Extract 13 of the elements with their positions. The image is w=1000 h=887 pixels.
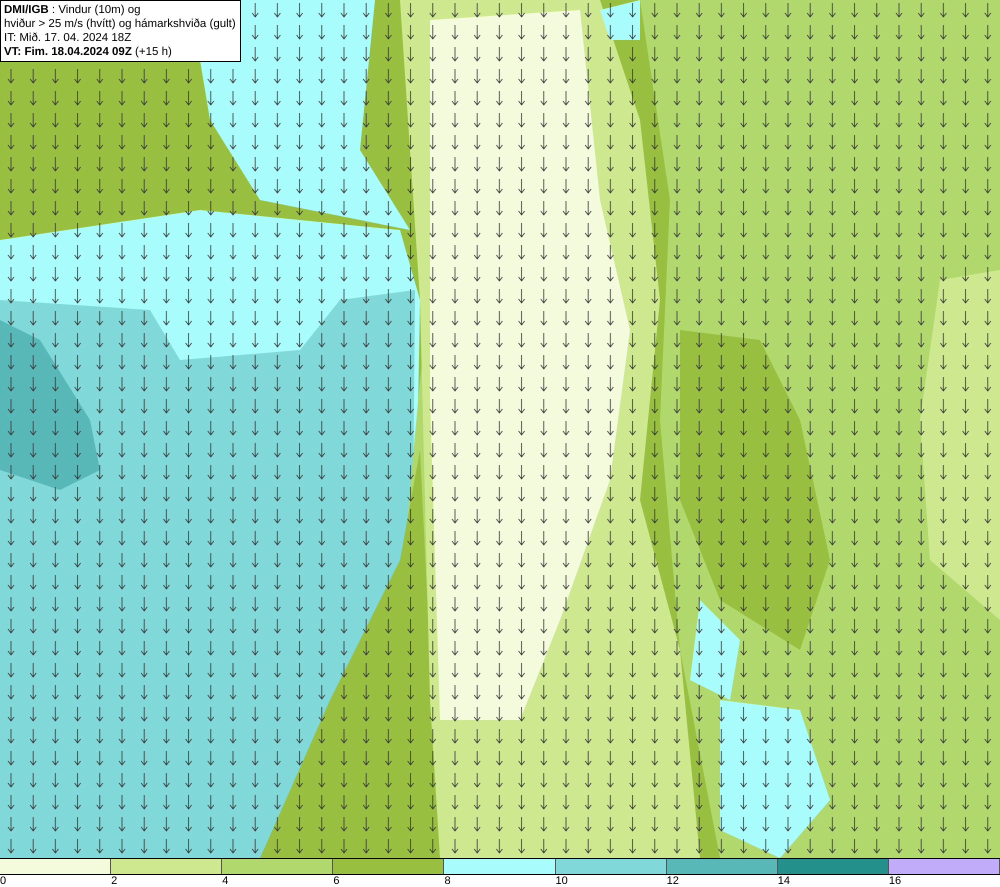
- scale-label: 2: [111, 875, 118, 887]
- scale-label: 6: [333, 875, 340, 887]
- title-line: hviður > 25 m/s (hvítt) og hámarkshviða (gult): [4, 17, 236, 31]
- title-line: DMI/IGB : Vindur (10m) og: [4, 3, 142, 17]
- scale-label: 4: [222, 875, 228, 887]
- scale-label: 8: [444, 875, 451, 887]
- scale-label: 16: [888, 875, 902, 887]
- scale-label: 10: [556, 875, 568, 887]
- scale-label: 14: [778, 875, 790, 887]
- scale-label: 0: [0, 875, 6, 887]
- scale-label: 12: [666, 875, 679, 887]
- title-line: IT: Mið. 17. 04. 2024 18Z: [4, 31, 132, 45]
- title-line: VT: Fim. 18.04.2024 09Z (+15 h): [4, 45, 173, 59]
